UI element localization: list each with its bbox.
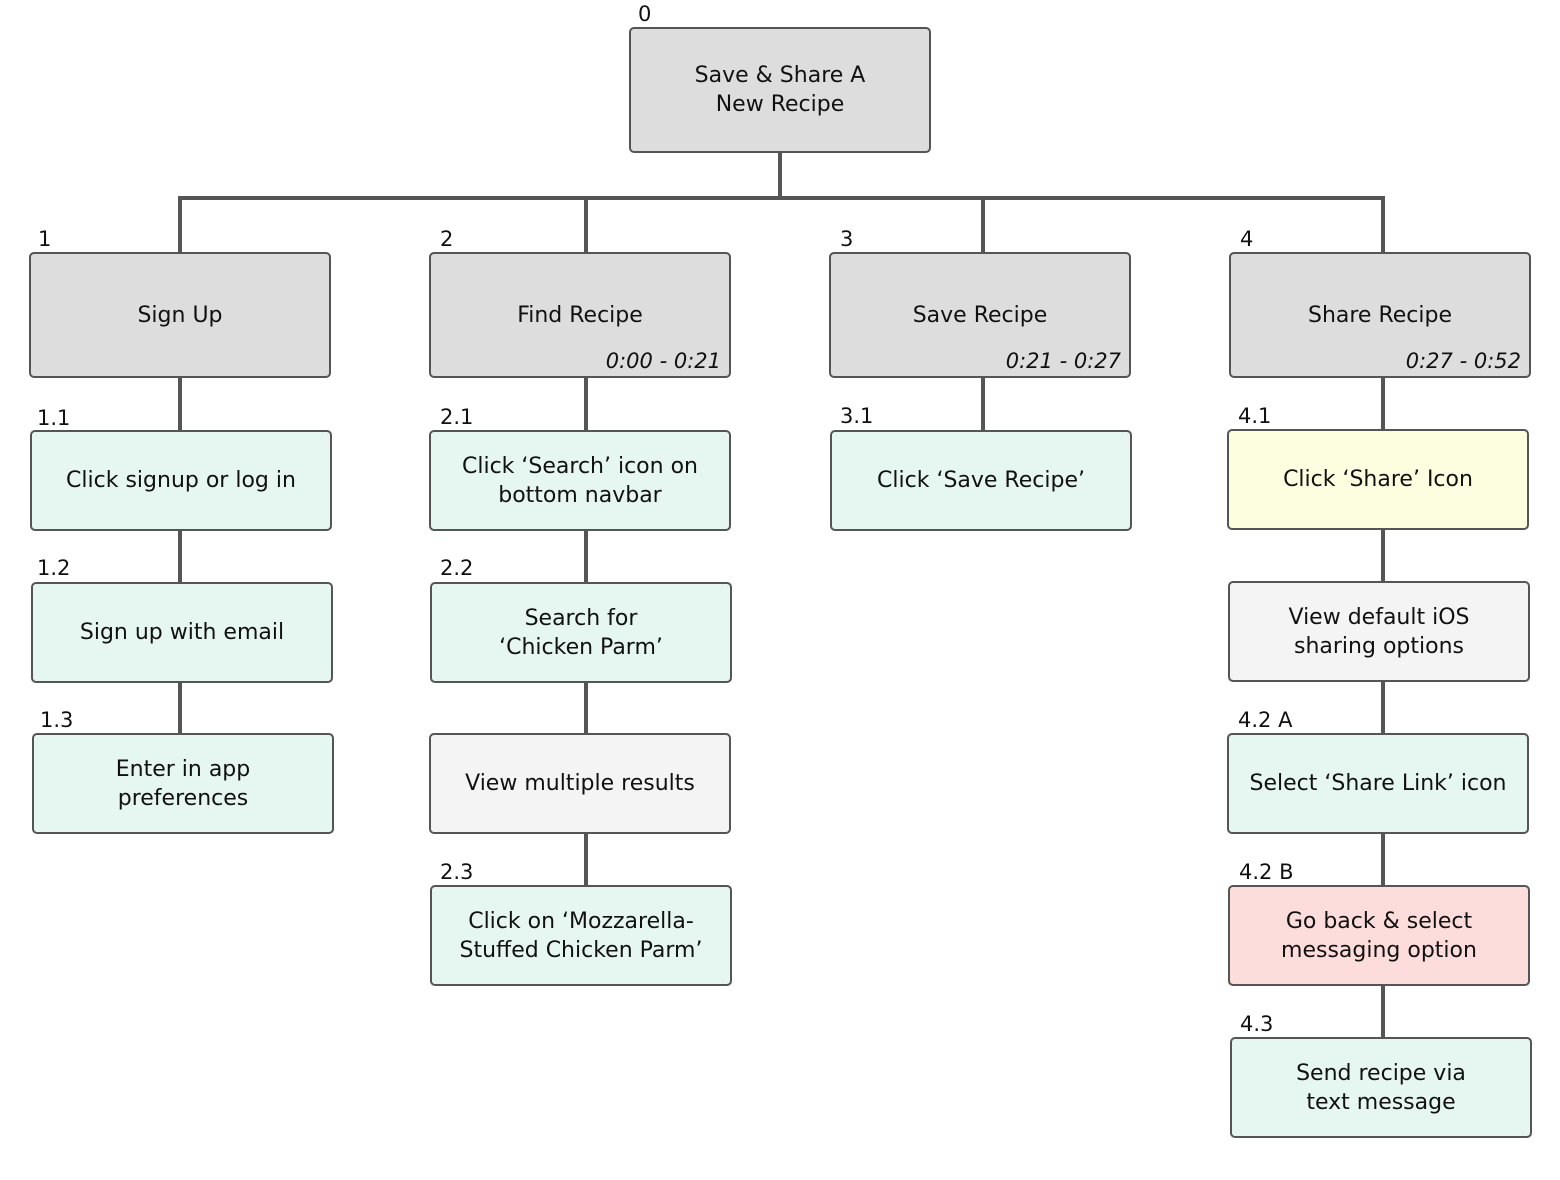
step-1-2[interactable]: Sign up with email xyxy=(31,582,333,683)
step-2-1[interactable]: Click ‘Search’ icon on bottom navbar xyxy=(429,430,731,531)
branch-3-time: 0:21 - 0:27 xyxy=(1005,349,1121,373)
branch-save-recipe[interactable]: Save Recipe 0:21 - 0:27 xyxy=(829,252,1131,378)
step-3-1-label: Click ‘Save Recipe’ xyxy=(877,468,1085,493)
connector-branch-4 xyxy=(1381,196,1385,254)
step-1-2-number: 1.2 xyxy=(37,556,71,580)
step-4-2b-label: Go back & select messaging option xyxy=(1281,908,1477,963)
connector-branch-1 xyxy=(178,196,182,254)
step-4-view-sharing-options-label: View default iOS sharing options xyxy=(1288,604,1470,659)
step-4-3-number: 4.3 xyxy=(1240,1012,1274,1036)
step-2-3-number: 2.3 xyxy=(440,860,474,884)
branch-sign-up[interactable]: Sign Up xyxy=(29,252,331,378)
step-2-1-number: 2.1 xyxy=(440,405,474,429)
step-1-1-label: Click signup or log in xyxy=(66,468,296,493)
step-4-2a[interactable]: Select ‘Share Link’ icon xyxy=(1227,733,1529,834)
step-2-1-label: Click ‘Search’ icon on bottom navbar xyxy=(462,453,698,508)
step-1-2-label: Sign up with email xyxy=(79,620,285,645)
branch-2-time: 0:00 - 0:21 xyxy=(605,349,721,373)
step-1-1-number: 1.1 xyxy=(37,406,71,430)
step-1-3-label: Enter in app preferences xyxy=(115,756,251,811)
connector-root-down xyxy=(778,152,782,198)
step-4-1-label: Click ‘Share’ Icon xyxy=(1283,467,1473,492)
branch-3-number: 3 xyxy=(840,227,854,251)
root-node[interactable]: Save & Share A New Recipe xyxy=(629,27,931,153)
connector-branch-2 xyxy=(584,196,588,254)
root-label: Save & Share A New Recipe xyxy=(694,63,866,117)
connector-branch-3 xyxy=(981,196,985,254)
connector-horizontal-bus xyxy=(178,196,1385,200)
branch-4-number: 4 xyxy=(1240,227,1254,251)
branch-1-label: Sign Up xyxy=(137,302,223,328)
connector-col-3 xyxy=(981,376,985,432)
step-4-1[interactable]: Click ‘Share’ Icon xyxy=(1227,429,1529,530)
step-1-3-number: 1.3 xyxy=(40,708,74,732)
step-2-2-number: 2.2 xyxy=(440,556,474,580)
step-4-1-number: 4.1 xyxy=(1238,404,1272,428)
branch-2-number: 2 xyxy=(440,227,454,251)
step-2-2-label: Search for ‘Chicken Parm’ xyxy=(499,605,663,660)
step-4-3-label: Send recipe via text message xyxy=(1296,1060,1466,1115)
step-4-view-sharing-options[interactable]: View default iOS sharing options xyxy=(1228,581,1530,682)
branch-4-time: 0:27 - 0:52 xyxy=(1405,349,1521,373)
step-2-view-results[interactable]: View multiple results xyxy=(429,733,731,834)
branch-1-number: 1 xyxy=(38,227,52,251)
step-4-2a-label: Select ‘Share Link’ icon xyxy=(1249,771,1507,796)
step-3-1-number: 3.1 xyxy=(840,404,874,428)
step-4-2b-number: 4.2 B xyxy=(1239,860,1294,884)
branch-3-label: Save Recipe xyxy=(912,302,1048,328)
branch-4-label: Share Recipe xyxy=(1307,302,1453,328)
step-2-view-results-label: View multiple results xyxy=(465,771,695,796)
step-1-1[interactable]: Click signup or log in xyxy=(30,430,332,531)
step-3-1[interactable]: Click ‘Save Recipe’ xyxy=(830,430,1132,531)
branch-find-recipe[interactable]: Find Recipe 0:00 - 0:21 xyxy=(429,252,731,378)
step-2-3[interactable]: Click on ‘Mozzarella- Stuffed Chicken Pa… xyxy=(430,885,732,986)
step-2-2[interactable]: Search for ‘Chicken Parm’ xyxy=(430,582,732,683)
step-2-3-label: Click on ‘Mozzarella- Stuffed Chicken Pa… xyxy=(459,908,703,963)
branch-2-label: Find Recipe xyxy=(517,302,643,328)
branch-share-recipe[interactable]: Share Recipe 0:27 - 0:52 xyxy=(1229,252,1531,378)
step-4-2a-number: 4.2 A xyxy=(1238,708,1293,732)
step-4-2b[interactable]: Go back & select messaging option xyxy=(1228,885,1530,986)
step-4-3[interactable]: Send recipe via text message xyxy=(1230,1037,1532,1138)
step-1-3[interactable]: Enter in app preferences xyxy=(32,733,334,834)
root-number: 0 xyxy=(638,2,652,26)
